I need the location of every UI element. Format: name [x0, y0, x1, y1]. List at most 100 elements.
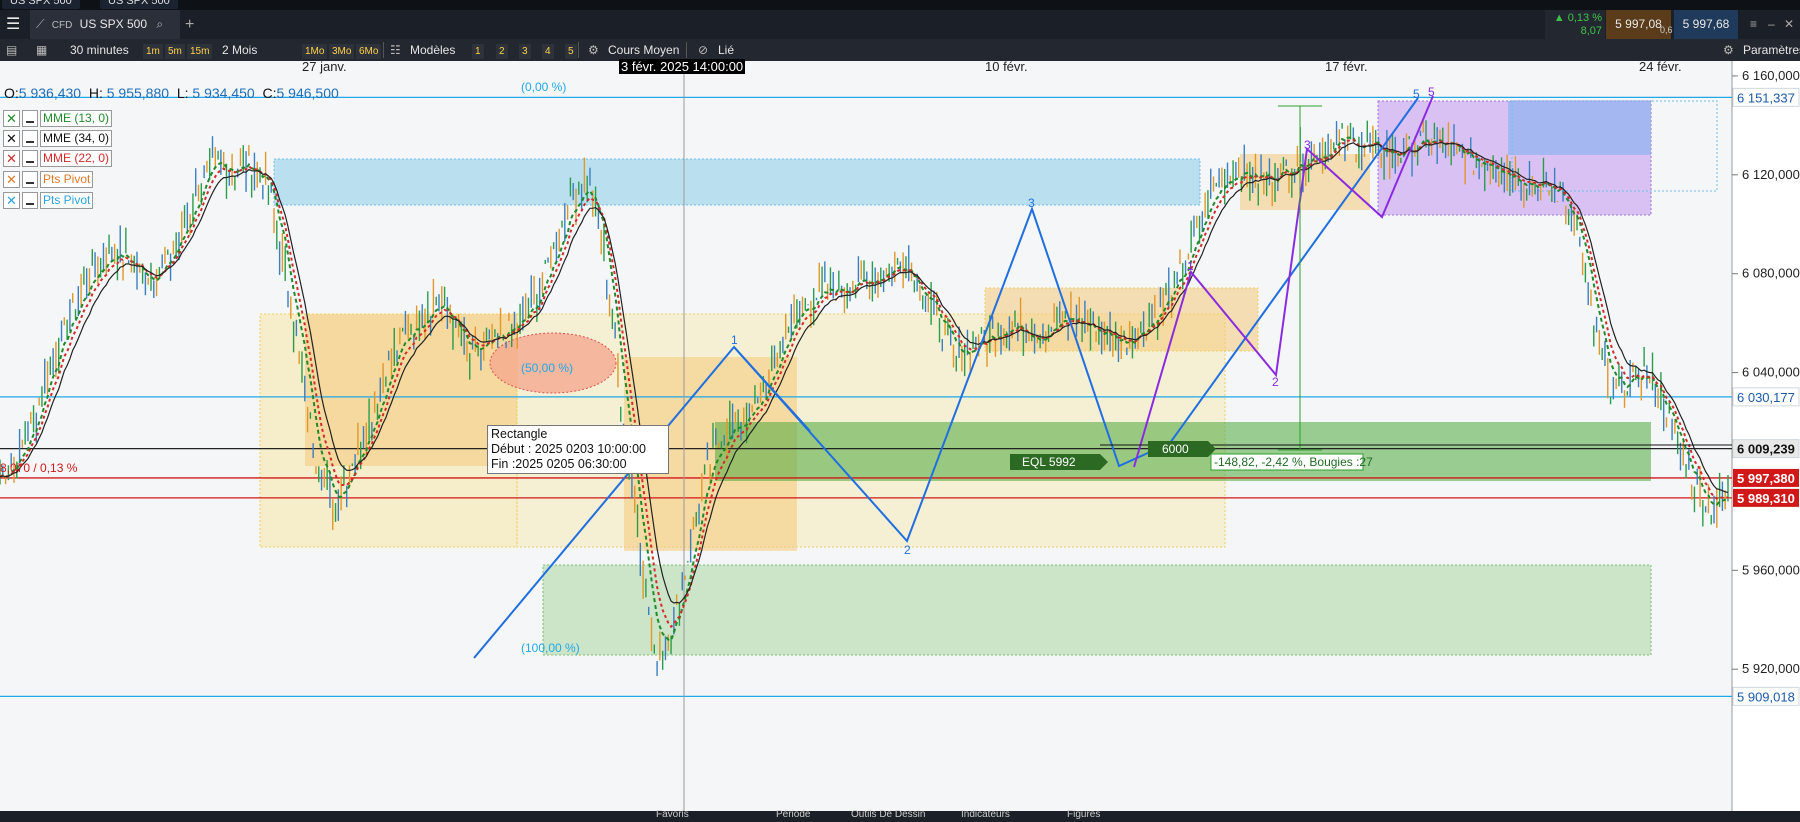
bottom-drawing-tools[interactable]: Outils De Dessin	[851, 809, 925, 820]
spread: 0,6	[1660, 25, 1673, 35]
interval-1m-button[interactable]: 1m	[143, 44, 163, 59]
model-4-button[interactable]: 4	[542, 44, 554, 59]
ohlc-open: 5 936,430	[18, 85, 82, 101]
models-selector[interactable]: Modèles	[410, 39, 455, 61]
fib-label: (100,00 %)	[521, 641, 580, 655]
toolbar-divider	[686, 42, 687, 58]
price-type-selector[interactable]: Cours Moyen	[608, 39, 679, 61]
tooltip-start: Début : 2025 0203 10:00:00	[491, 442, 646, 456]
period-6mo-button[interactable]: 6Mo	[356, 44, 382, 59]
level-6000-badge[interactable]: 6000	[1148, 441, 1216, 457]
wave-label: 5	[1413, 87, 1420, 101]
legend-ema-13[interactable]: ✕ MME (13, 0)	[3, 110, 113, 127]
legend-toggle-icon[interactable]: ✕	[3, 150, 20, 167]
legend-style-icon[interactable]	[22, 130, 38, 147]
change-annotation: 8,070 / 0,13 %	[0, 461, 78, 475]
level-price-label: 6 009,239	[1737, 442, 1795, 457]
interval-15m-button[interactable]: 15m	[187, 44, 213, 59]
fib-label: (0,00 %)	[521, 80, 566, 94]
legend-style-icon[interactable]	[22, 110, 38, 127]
measure-box[interactable]: -148,82, -2,42 %, Bougies :27	[1210, 453, 1373, 471]
legend-style-icon[interactable]	[22, 171, 38, 188]
chart-area[interactable]: 1 2 3 5 1 2 3 5 (0,00 %) (50,00 %) (100,…	[0, 59, 1800, 811]
ohlc-low: 5 934,450	[192, 85, 255, 101]
level-price-label: 6 151,337	[1737, 90, 1795, 105]
price-tick-label: 5 920,000	[1742, 661, 1800, 676]
change-percent: ▲ 0,13 %	[1553, 12, 1602, 24]
toolbar-divider	[383, 42, 384, 58]
window-tab[interactable]: US SPX 500	[2, 0, 80, 9]
legend-toggle-icon[interactable]: ✕	[3, 110, 20, 127]
legend-pivot-1[interactable]: ✕ Pts Pivot	[3, 171, 94, 188]
price-tick-label: 6 080,000	[1742, 266, 1800, 281]
layout-icon[interactable]: ▦	[36, 39, 47, 61]
model-2-button[interactable]: 2	[496, 44, 508, 59]
price-type-icon: ⚙	[588, 43, 599, 57]
x-axis-crosshair-label: 3 févr. 2025 14:00:00	[619, 59, 746, 74]
fib-label: (50,00 %)	[521, 361, 573, 375]
legend-style-icon[interactable]	[22, 192, 38, 209]
wave-label: 2	[1272, 375, 1279, 389]
legend-pivot-2[interactable]: ✕ Pts Pivot	[3, 192, 94, 209]
models-icon: ☷	[390, 43, 401, 57]
wave-label: 3	[1304, 138, 1311, 152]
list-icon[interactable]: ▤	[6, 39, 17, 61]
add-tab-icon[interactable]: +	[185, 10, 194, 39]
settings-button[interactable]: Paramètres	[1743, 39, 1800, 61]
ohlc-readout: O:5 936,430 H: 5 955,880 L: 5 934,450 C:…	[4, 85, 339, 101]
legend-style-icon[interactable]	[22, 150, 38, 167]
link-toggle[interactable]: Lié	[718, 39, 734, 61]
chart-type-icon: ⟋	[36, 17, 45, 31]
period-3mo-button[interactable]: 3Mo	[329, 44, 355, 59]
model-1-button[interactable]: 1	[472, 44, 484, 59]
blue-zone[interactable]	[1508, 101, 1651, 155]
wave-label: 3	[1028, 196, 1035, 210]
price-tick-label: 6 040,000	[1742, 365, 1800, 380]
ohlc-high-label: H:	[88, 85, 103, 101]
level-price-label: 5 909,018	[1737, 689, 1795, 704]
legend-ema-22[interactable]: ✕ MME (22, 0)	[3, 150, 113, 167]
period-selector[interactable]: 2 Mois	[222, 39, 257, 61]
bottom-bar: Favoris Période Outils De Dessin Indicat…	[0, 809, 1800, 822]
supply-zone[interactable]	[273, 158, 1201, 206]
ask-price[interactable]: 5 997,68	[1674, 10, 1738, 39]
legend-ema-34[interactable]: ✕ MME (34, 0)	[3, 130, 113, 147]
wave-label: 2	[904, 543, 911, 557]
legend-toggle-icon[interactable]: ✕	[3, 171, 20, 188]
eql-badge[interactable]: EQL 5992	[1010, 454, 1108, 470]
x-axis-label: 27 janv.	[302, 59, 347, 74]
bars-icon[interactable]: ≡	[1750, 10, 1757, 39]
settings-icon[interactable]: ⚙	[1723, 39, 1734, 61]
minimize-icon[interactable]: –	[1768, 10, 1775, 39]
zone-rectangle[interactable]	[305, 314, 517, 466]
level-6000-label: 6000	[1162, 442, 1189, 456]
ohlc-open-label: O:	[4, 85, 19, 101]
model-3-button[interactable]: 3	[519, 44, 531, 59]
legend-toggle-icon[interactable]: ✕	[3, 192, 20, 209]
bottom-favorites[interactable]: Favoris	[656, 809, 689, 820]
price-chart[interactable]: 1 2 3 5 1 2 3 5 (0,00 %) (50,00 %) (100,…	[0, 61, 1800, 811]
ohlc-low-label: L:	[176, 85, 189, 101]
window-tab[interactable]: US SPX 500	[100, 0, 178, 9]
x-axis-label: 17 févr.	[1325, 59, 1368, 74]
instrument-selector[interactable]: ⟋ CFD US SPX 500 ⌕	[30, 10, 180, 39]
bottom-figures[interactable]: Figures	[1067, 809, 1100, 820]
wave-label: 1	[731, 333, 738, 347]
price-tick-label: 6 160,000	[1742, 68, 1800, 83]
level-price-label: 5 997,380	[1737, 471, 1795, 486]
lower-demand-zone[interactable]	[542, 564, 1652, 656]
interval-selector[interactable]: 30 minutes	[70, 39, 129, 61]
bottom-period[interactable]: Période	[776, 809, 810, 820]
menu-icon[interactable]: ☰	[6, 10, 20, 39]
price-tick-label: 5 960,000	[1742, 562, 1800, 577]
interval-5m-button[interactable]: 5m	[165, 44, 185, 59]
legend-toggle-icon[interactable]: ✕	[3, 130, 20, 147]
model-5-button[interactable]: 5	[565, 44, 577, 59]
bottom-indicators[interactable]: Indicateurs	[961, 809, 1010, 820]
search-icon[interactable]: ⌕	[156, 17, 163, 31]
wave-label: 1	[1187, 259, 1194, 273]
instrument-type-badge: CFD	[51, 20, 73, 31]
close-icon[interactable]: ✕	[1784, 10, 1794, 39]
period-1mo-button[interactable]: 1Mo	[302, 44, 328, 59]
legend-label: Pts Pivot	[40, 192, 94, 209]
